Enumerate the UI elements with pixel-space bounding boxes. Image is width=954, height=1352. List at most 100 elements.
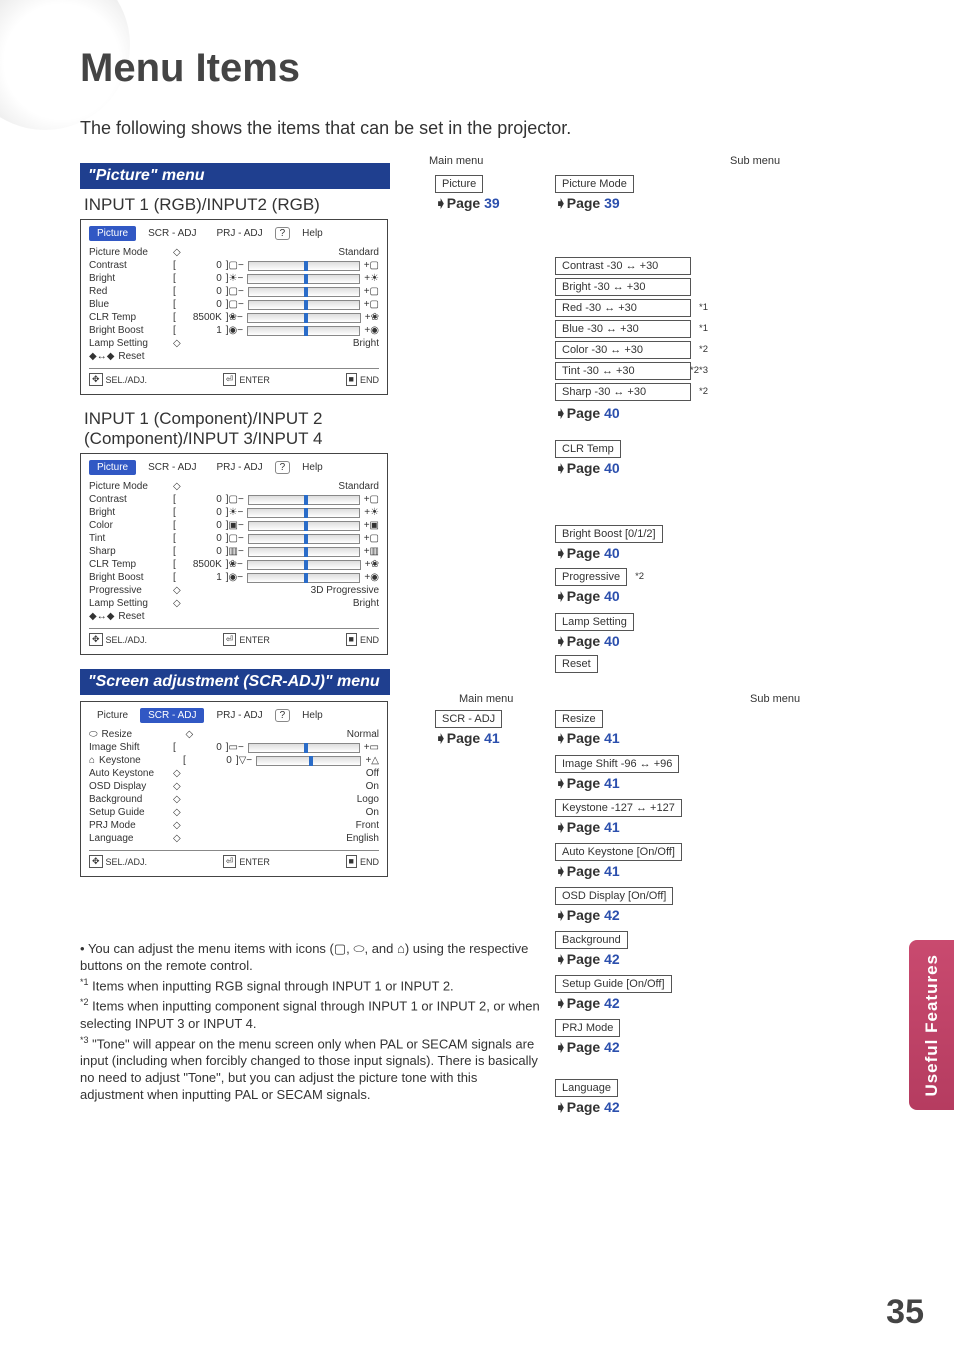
tree-node: Background [555, 931, 628, 949]
input2-label: INPUT 1 (Component)/INPUT 2 (Component)/… [84, 409, 390, 449]
osd-row-label: Language [89, 833, 169, 844]
intro-text: The following shows the items that can b… [80, 118, 571, 139]
osd-row-label: Background [89, 794, 169, 805]
osd-row-label: Resize [102, 729, 182, 740]
osd-row-value: 0 [180, 533, 222, 544]
osd-row-label: Bright Boost [89, 325, 169, 336]
end-icon: ■ [346, 373, 357, 386]
page-link: ➧Page 40 [555, 405, 620, 422]
osd-row-label: Progressive [89, 585, 169, 596]
page-link: ➧Page 39 [555, 195, 634, 212]
foot-sel: SEL./ADJ. [106, 857, 148, 867]
osd-row-value: 0 [180, 260, 222, 271]
osd-row-label: Picture Mode [89, 481, 169, 492]
tab-prj: PRJ - ADJ [208, 460, 270, 475]
tree-node: Red -30 ↔ +30*1 [555, 299, 691, 317]
osd-row-value: Normal [347, 729, 379, 740]
osd-row-label: Red [89, 286, 169, 297]
osd-row-value: Bright [353, 338, 379, 349]
tree-node-scr: SCR - ADJ [435, 710, 502, 728]
osd-row-label: Reset [118, 611, 144, 622]
page-link: ➧Page 42 [555, 995, 672, 1012]
tab-help: Help [294, 460, 331, 475]
help-icon: ? [275, 461, 291, 474]
tree-node: OSD Display [On/Off] [555, 887, 673, 905]
side-tab: Useful Features [909, 940, 954, 1110]
page-link: ➧Page 41 [435, 730, 502, 747]
footnote-1: Items when inputting RGB signal through … [92, 978, 454, 993]
tree-node: Language [555, 1079, 618, 1097]
osd-row-label: Bright [89, 273, 169, 284]
page-link: ➧Page 41 [555, 819, 682, 836]
osd-row-label: Picture Mode [89, 247, 169, 258]
end-icon: ■ [346, 855, 357, 868]
osd-row-value: Standard [338, 247, 379, 258]
osd-row-label: Auto Keystone [89, 768, 169, 779]
dpad-icon: ✥ [89, 373, 103, 386]
page-link: ➧Page 41 [555, 730, 620, 747]
osd-row-label: CLR Temp [89, 312, 169, 323]
foot-sel: SEL./ADJ. [106, 375, 148, 385]
tree-node: Bright -30 ↔ +30 [555, 278, 691, 296]
tree-node: Tint -30 ↔ +30*2*3 [555, 362, 691, 380]
tab-scr: SCR - ADJ [140, 226, 204, 241]
tab-prj: PRJ - ADJ [208, 226, 270, 241]
footnote-2: Items when inputting component signal th… [80, 999, 540, 1031]
osd-row-label: Tint [89, 533, 169, 544]
tree-node: Image Shift -96 ↔ +96 [555, 755, 679, 773]
tree-node: Setup Guide [On/Off] [555, 975, 672, 993]
foot-end: END [360, 635, 379, 645]
tree-node: Blue -30 ↔ +30*1 [555, 320, 691, 338]
tab-prj: PRJ - ADJ [208, 708, 270, 723]
osd-row-label: Lamp Setting [89, 598, 169, 609]
osd-row-label: OSD Display [89, 781, 169, 792]
osd-row-value: 0 [180, 286, 222, 297]
footnote-bullet: You can adjust the menu items with icons… [80, 941, 528, 973]
tab-picture: Picture [89, 708, 136, 723]
page-link: ➧Page 40 [555, 545, 663, 562]
osd-row-label: Contrast [89, 260, 169, 271]
dpad-icon: ✥ [89, 855, 103, 868]
tab-picture: Picture [89, 226, 136, 241]
tree-node: Reset [555, 655, 598, 673]
osd-row-label: Setup Guide [89, 807, 169, 818]
dpad-icon: ✥ [89, 633, 103, 646]
osd-row-label: Reset [118, 351, 144, 362]
osd-picture-rgb: Picture SCR - ADJ PRJ - ADJ ? Help Pictu… [80, 219, 388, 395]
tree-node: Keystone -127 ↔ +127 [555, 799, 682, 817]
tree-node: Color -30 ↔ +30*2 [555, 341, 691, 359]
sub-menu-heading: Sub menu [750, 693, 800, 705]
page-link: ➧Page 40 [555, 460, 621, 477]
foot-enter: ENTER [239, 857, 270, 867]
osd-row-value: 0 [180, 299, 222, 310]
enter-icon: ⏎ [223, 633, 237, 646]
osd-row-value: Standard [338, 481, 379, 492]
tab-scr: SCR - ADJ [140, 460, 204, 475]
enter-icon: ⏎ [223, 855, 237, 868]
osd-row-value: 0 [180, 742, 222, 753]
osd-row-value: On [366, 781, 379, 792]
tab-picture: Picture [89, 460, 136, 475]
page-link: ➧Page 41 [555, 863, 682, 880]
picture-menu-title: "Picture" menu [80, 163, 390, 189]
page-link: ➧Page 41 [555, 775, 679, 792]
foot-sel: SEL./ADJ. [106, 635, 148, 645]
osd-row-label: PRJ Mode [89, 820, 169, 831]
page-link: ➧Page 42 [555, 1099, 620, 1116]
page-link: ➧Page 42 [555, 951, 628, 968]
page-title: Menu Items [80, 46, 300, 91]
enter-icon: ⏎ [223, 373, 237, 386]
tree-node: CLR Temp [555, 440, 621, 458]
osd-row-label: Keystone [99, 755, 179, 766]
footnote-3: "Tone" will appear on the menu screen on… [80, 1036, 538, 1102]
page-link: ➧Page 40 [555, 633, 634, 650]
end-icon: ■ [346, 633, 357, 646]
page-number: 35 [886, 1293, 924, 1332]
osd-row-value: Logo [357, 794, 379, 805]
footnotes: • You can adjust the menu items with ico… [80, 940, 540, 1103]
osd-row-label: Bright [89, 507, 169, 518]
osd-row-value: 0 [190, 755, 232, 766]
osd-row-value: Bright [353, 598, 379, 609]
main-menu-heading: Main menu [459, 693, 513, 705]
osd-row-value: Front [356, 820, 379, 831]
